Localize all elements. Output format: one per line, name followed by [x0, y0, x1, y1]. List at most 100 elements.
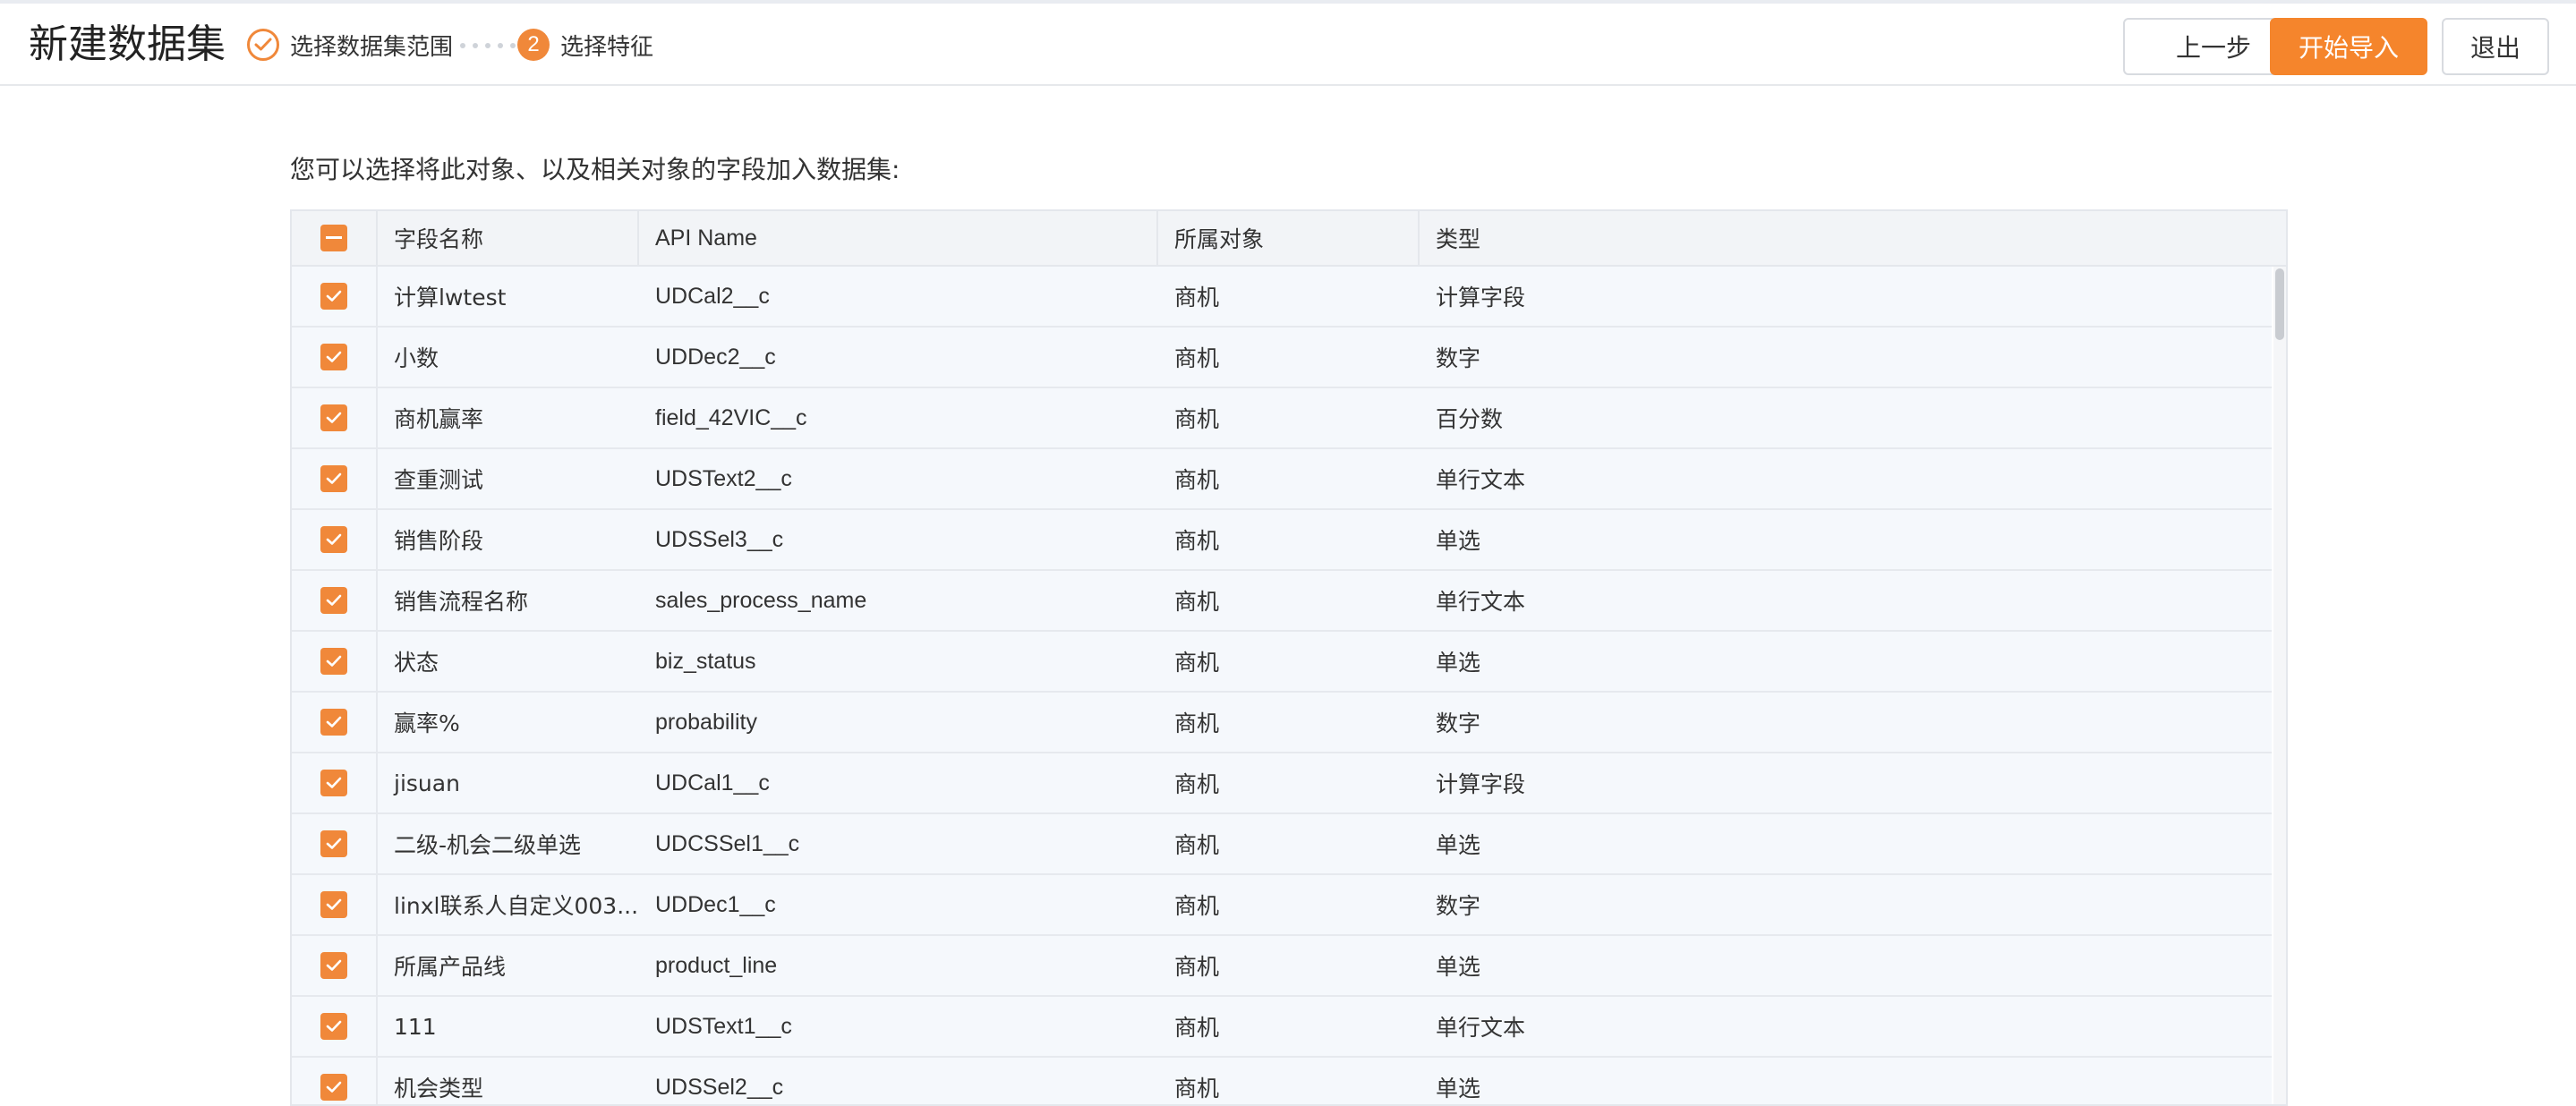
table-row[interactable]: 机会类型 UDSSel2__c 商机 单选 — [292, 1058, 2272, 1104]
table-row[interactable]: 小数 UDDec2__c 商机 数字 — [292, 328, 2272, 388]
type-cell: 单选 — [1436, 1076, 1481, 1102]
field-name-cell: 所属产品线 — [394, 954, 507, 980]
check-icon — [326, 472, 342, 484]
row-checkbox-cell — [292, 753, 378, 812]
page-title: 新建数据集 — [29, 21, 226, 67]
step-label: 选择特征 — [560, 33, 654, 61]
row-checkbox-cell — [292, 997, 378, 1056]
check-icon — [326, 533, 342, 545]
table-row[interactable]: jisuan UDCal1__c 商机 计算字段 — [292, 753, 2272, 814]
field-name-cell: 机会类型 — [394, 1076, 484, 1102]
row-checkbox[interactable] — [320, 465, 347, 492]
row-checkbox[interactable] — [320, 587, 347, 614]
field-name-cell: 查重测试 — [394, 467, 484, 493]
table-row[interactable]: 所属产品线 product_line 商机 单选 — [292, 936, 2272, 997]
api-name-cell: UDCal1__c — [655, 770, 770, 795]
exit-button[interactable]: 退出 — [2442, 18, 2549, 75]
field-name-cell: 111 — [394, 1013, 437, 1040]
table-row[interactable]: 状态 biz_status 商机 单选 — [292, 632, 2272, 693]
scrollbar-thumb[interactable] — [2275, 268, 2284, 340]
check-icon — [326, 594, 342, 606]
api-name-cell: UDSSel2__c — [655, 1074, 784, 1100]
object-cell: 商机 — [1174, 589, 1220, 615]
type-cell: 单选 — [1436, 650, 1481, 676]
row-checkbox[interactable] — [320, 1074, 347, 1101]
row-checkbox[interactable] — [320, 770, 347, 796]
table-row[interactable]: 111 UDSText1__c 商机 单行文本 — [292, 997, 2272, 1058]
field-name-cell: 小数 — [394, 345, 439, 371]
api-name-cell: UDDec2__c — [655, 344, 776, 370]
api-name-cell: sales_process_name — [655, 587, 867, 613]
object-cell: 商机 — [1174, 710, 1220, 736]
row-checkbox[interactable] — [320, 648, 347, 675]
row-checkbox[interactable] — [320, 1013, 347, 1040]
row-checkbox[interactable] — [320, 709, 347, 736]
type-cell: 数字 — [1436, 710, 1481, 736]
type-cell: 计算字段 — [1436, 285, 1526, 311]
table-row[interactable]: linxl联系人自定义003... UDDec1__c 商机 数字 — [292, 875, 2272, 936]
check-circle-icon — [247, 29, 279, 61]
row-checkbox[interactable] — [320, 891, 347, 918]
object-cell: 商机 — [1174, 285, 1220, 311]
table-row[interactable]: 计算lwtest UDCal2__c 商机 计算字段 — [292, 267, 2272, 328]
field-name-cell: 状态 — [394, 650, 439, 676]
row-checkbox[interactable] — [320, 283, 347, 310]
table-row[interactable]: 二级-机会二级单选 UDCSSel1__c 商机 单选 — [292, 814, 2272, 875]
row-checkbox-cell — [292, 267, 378, 326]
column-header-api-name[interactable]: API Name — [639, 211, 1158, 265]
step-connector — [460, 43, 516, 48]
row-checkbox[interactable] — [320, 404, 347, 431]
start-import-button[interactable]: 开始导入 — [2270, 18, 2427, 75]
check-icon — [326, 777, 342, 788]
check-icon — [326, 351, 342, 362]
select-all-checkbox[interactable] — [320, 225, 347, 251]
row-checkbox-cell — [292, 814, 378, 873]
row-checkbox-cell — [292, 875, 378, 934]
row-checkbox-cell — [292, 1058, 378, 1104]
api-name-cell: UDSText1__c — [655, 1013, 792, 1039]
object-cell: 商机 — [1174, 406, 1220, 432]
table-row[interactable]: 赢率% probability 商机 数字 — [292, 693, 2272, 753]
object-cell: 商机 — [1174, 650, 1220, 676]
table-row[interactable]: 销售阶段 UDSSel3__c 商机 单选 — [292, 510, 2272, 571]
field-name-cell: 销售流程名称 — [394, 589, 529, 615]
row-checkbox[interactable] — [320, 344, 347, 370]
column-header-type[interactable]: 类型 — [1420, 211, 2270, 265]
object-cell: 商机 — [1174, 528, 1220, 554]
type-cell: 单行文本 — [1436, 467, 1526, 493]
check-icon — [326, 412, 342, 423]
api-name-cell: biz_status — [655, 648, 756, 674]
check-icon — [326, 898, 342, 910]
row-checkbox[interactable] — [320, 952, 347, 979]
field-name-cell: 二级-机会二级单选 — [394, 832, 582, 858]
field-name-cell: 赢率% — [394, 710, 460, 736]
check-icon — [326, 655, 342, 667]
row-checkbox-cell — [292, 693, 378, 752]
object-cell: 商机 — [1174, 771, 1220, 797]
row-checkbox-cell — [292, 328, 378, 387]
api-name-cell: UDCSSel1__c — [655, 830, 800, 856]
table-row[interactable]: 商机赢率 field_42VIC__c 商机 百分数 — [292, 388, 2272, 449]
table-row[interactable]: 查重测试 UDSText2__c 商机 单行文本 — [292, 449, 2272, 510]
row-checkbox[interactable] — [320, 526, 347, 553]
check-icon — [326, 1020, 342, 1032]
row-checkbox-cell — [292, 510, 378, 569]
row-checkbox[interactable] — [320, 830, 347, 857]
type-cell: 百分数 — [1436, 406, 1504, 432]
vertical-scrollbar[interactable] — [2273, 267, 2286, 1104]
object-cell: 商机 — [1174, 345, 1220, 371]
check-icon — [326, 1081, 342, 1093]
table-row[interactable]: 销售流程名称 sales_process_name 商机 单行文本 — [292, 571, 2272, 632]
api-name-cell: probability — [655, 709, 757, 735]
field-name-cell: 销售阶段 — [394, 528, 484, 554]
step-select-scope: 选择数据集范围 — [247, 27, 453, 63]
fields-table: 字段名称 API Name 所属对象 类型 计算lwtest UDCal2__c 商… — [290, 209, 2288, 1106]
type-cell: 单选 — [1436, 832, 1481, 858]
check-icon — [326, 290, 342, 302]
column-header-field-name[interactable]: 字段名称 — [378, 211, 639, 265]
row-checkbox-cell — [292, 449, 378, 508]
type-cell: 数字 — [1436, 345, 1481, 371]
select-all-checkbox-cell — [292, 211, 378, 265]
column-header-object[interactable]: 所属对象 — [1158, 211, 1420, 265]
type-cell: 数字 — [1436, 893, 1481, 919]
